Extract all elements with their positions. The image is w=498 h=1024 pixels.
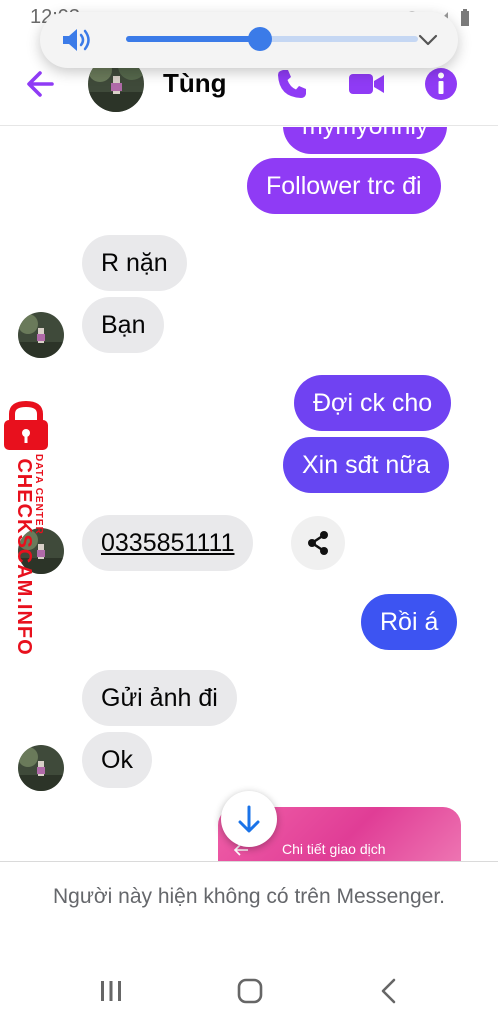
phone-icon[interactable] [272,64,312,104]
home-icon[interactable] [230,971,270,1011]
chevron-down-icon[interactable] [416,28,440,52]
message-bubble-out[interactable]: mymyohhiy [283,127,448,154]
message-list[interactable]: mymyohhiy Follower trc đi R nặn Bạn Đợi … [0,127,498,861]
unavailable-notice-text: Người này hiện không có trên Messenger. [52,885,446,908]
back-icon[interactable] [370,971,410,1011]
volume-fill [126,36,261,42]
message-text: R nặn [101,249,168,277]
message-bubble-in[interactable]: Gửi ảnh đi [82,670,237,726]
message-text: Ok [101,746,133,774]
message-bubble-out[interactable]: Rồi á [361,594,458,650]
message-bubble-out[interactable]: Đợi ck cho [294,375,452,431]
recent-apps-icon[interactable] [91,971,131,1011]
scroll-down-button[interactable] [221,791,277,847]
message-text: Đợi ck cho [313,389,433,417]
message-bubble-out[interactable]: Xin sđt nữa [283,437,449,493]
sender-avatar[interactable] [18,312,64,358]
avatar-photo [18,745,64,791]
share-icon [308,531,328,555]
message-text: Gửi ảnh đi [101,684,218,712]
message-text: Rồi á [380,608,439,636]
message-text: Bạn [101,311,146,339]
message-bubble-in[interactable]: R nặn [82,235,187,291]
battery-icon [461,9,469,26]
watermark: CHECKSCAM.INFO DATA CENTER [0,400,60,656]
message-text: Xin sđt nữa [302,451,430,479]
message-text: Follower trc đi [266,172,422,200]
info-icon[interactable] [421,64,461,104]
system-nav-bar [0,961,498,1024]
sender-avatar[interactable] [18,745,64,791]
volume-panel [40,12,458,68]
avatar-photo [18,312,64,358]
watermark-subtitle: DATA CENTER [33,454,44,535]
speaker-icon[interactable] [60,26,96,54]
message-bubble-out[interactable]: Follower trc đi [247,158,441,214]
back-arrow-icon[interactable] [22,64,62,104]
message-bubble-in[interactable]: 0335851111 [82,515,254,571]
volume-thumb[interactable] [248,27,273,51]
message-text: mymyohhiy [302,127,428,140]
volume-slider[interactable] [126,27,418,51]
video-icon[interactable] [347,64,387,104]
message-bubble-in[interactable]: Bạn [82,297,165,353]
arrow-down-icon [238,805,260,833]
share-button[interactable] [291,516,345,570]
message-bubble-in[interactable]: Ok [82,732,152,788]
contact-name[interactable]: Tùng [163,68,227,99]
phone-number-link[interactable]: 0335851111 [101,529,234,557]
image-caption: Chi tiết giao dịch [282,841,386,857]
unavailable-notice: Người này hiện không có trên Messenger. [0,861,498,961]
